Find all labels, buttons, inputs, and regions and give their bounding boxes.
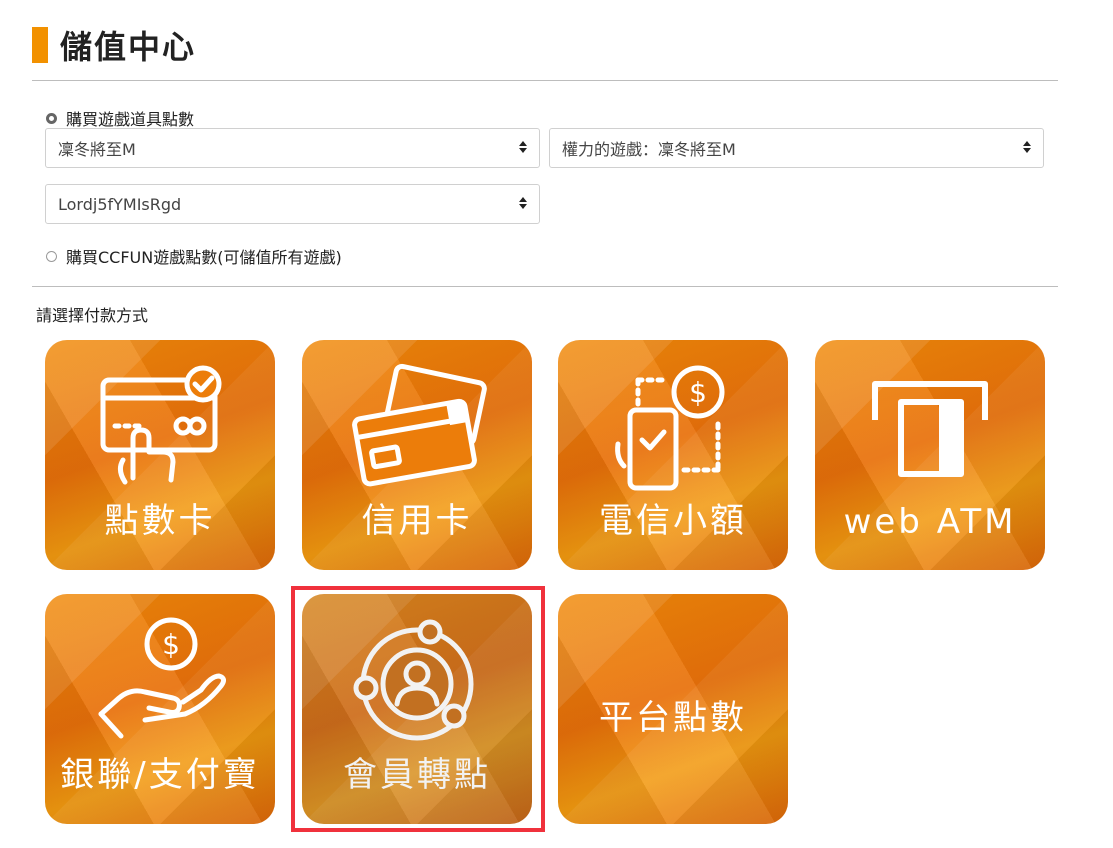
page-title: 儲值中心 xyxy=(60,28,197,66)
payment-tile-telecom[interactable]: $ 電信小額 xyxy=(558,340,788,570)
game-select[interactable]: 凜冬將至M xyxy=(45,128,540,168)
character-select[interactable]: Lordj5fYMIsRgd xyxy=(45,184,540,224)
payment-tile-label: 點數卡 xyxy=(104,501,216,541)
selection-highlight xyxy=(291,586,545,832)
select-caret-icon xyxy=(1023,141,1031,153)
svg-text:$: $ xyxy=(689,376,707,409)
select-caret-icon xyxy=(519,141,527,153)
server-select[interactable]: 權力的遊戲：凜冬將至M xyxy=(549,128,1044,168)
game-select-value: 凜冬將至M xyxy=(58,140,136,159)
point-card-icon xyxy=(100,365,222,485)
mobile-payment-icon: $ xyxy=(615,365,725,491)
payment-tile-credit-card[interactable]: 信用卡 xyxy=(302,340,532,570)
radio-option-ccfun-points[interactable]: 購買CCFUN遊戲點數(可儲值所有遊戲) xyxy=(46,244,342,268)
page-header: 儲值中心 xyxy=(32,22,196,68)
svg-text:$: $ xyxy=(162,628,180,661)
hand-coin-icon: $ xyxy=(98,617,227,739)
radio-label: 購買遊戲道具點數 xyxy=(66,110,195,129)
payment-method-label: 請選擇付款方式 xyxy=(36,306,149,325)
radio-button-checked[interactable] xyxy=(46,112,57,124)
payment-tile-label: web ATM xyxy=(843,502,1017,542)
payment-tile-point-card[interactable]: 點數卡 xyxy=(45,340,275,570)
character-select-value: Lordj5fYMIsRgd xyxy=(58,194,182,214)
radio-label: 購買CCFUN遊戲點數(可儲值所有遊戲) xyxy=(66,248,342,267)
radio-button-unchecked[interactable] xyxy=(46,250,57,262)
radio-option-game-points[interactable]: 購買遊戲道具點數 xyxy=(46,106,194,130)
payment-tile-platform-points[interactable]: 平台點數 xyxy=(558,594,788,824)
header-divider xyxy=(32,80,1058,81)
payment-tile-web-atm[interactable]: web ATM xyxy=(815,340,1045,570)
payment-tile-label: 電信小額 xyxy=(599,501,747,541)
payment-tile-label: 信用卡 xyxy=(361,501,473,541)
server-select-value: 權力的遊戲：凜冬將至M xyxy=(562,140,736,159)
select-caret-icon xyxy=(519,197,527,209)
credit-card-icon xyxy=(352,363,487,487)
atm-icon xyxy=(872,381,988,477)
payment-tile-label: 平台點數 xyxy=(599,698,747,738)
payment-tile-label: 銀聯/支付寶 xyxy=(60,755,260,795)
section-divider xyxy=(32,286,1058,287)
payment-tile-unionpay-alipay[interactable]: $ 銀聯/支付寶 xyxy=(45,594,275,824)
title-accent-bar xyxy=(32,27,48,63)
